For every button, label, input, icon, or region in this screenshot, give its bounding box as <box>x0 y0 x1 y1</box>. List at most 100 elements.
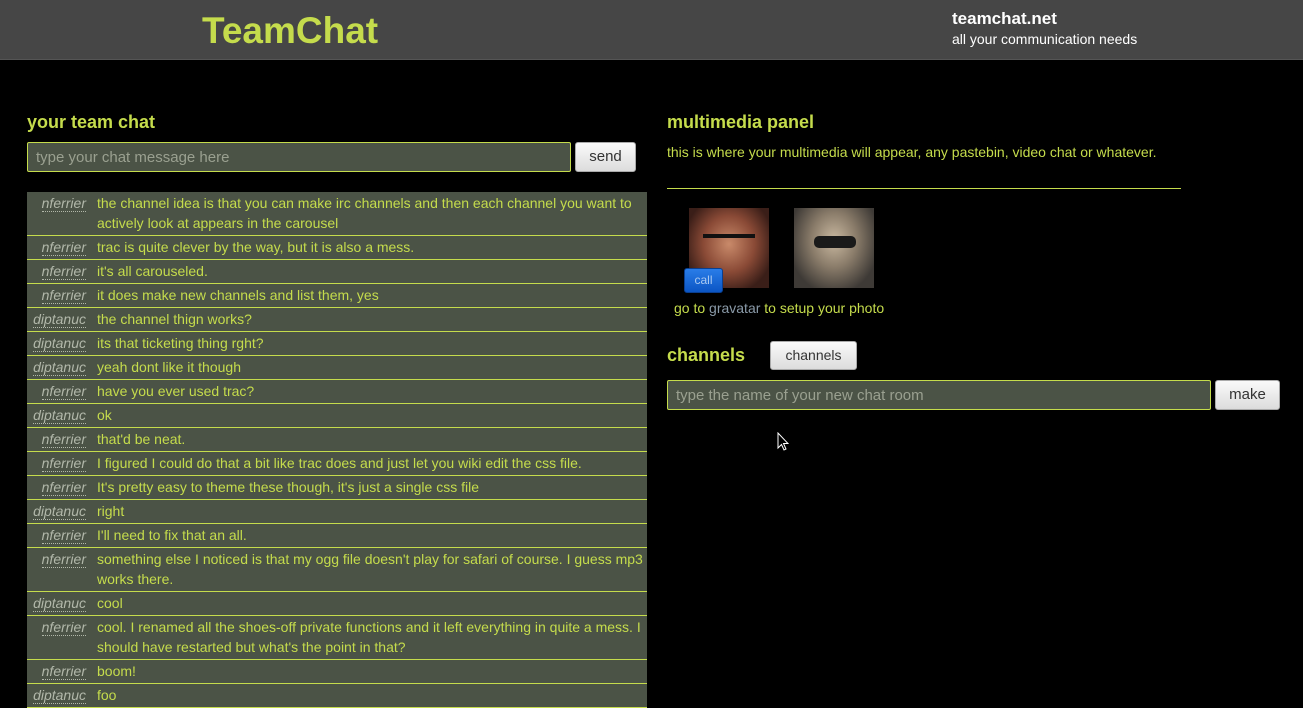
message-nick[interactable]: nferrier <box>27 428 86 451</box>
nick-label[interactable]: nferrier <box>41 239 86 256</box>
chat-message-row: diptanuc yeah dont like it though <box>27 356 647 380</box>
message-nick[interactable]: diptanuc <box>27 404 86 427</box>
message-nick[interactable]: nferrier <box>27 660 86 683</box>
multimedia-panel-title: multimedia panel <box>667 112 815 132</box>
message-text: the channel thign works? <box>97 311 252 327</box>
mouse-cursor-icon <box>777 432 789 451</box>
sunglasses-detail <box>814 236 856 248</box>
nick-label[interactable]: nferrier <box>41 527 86 544</box>
divider <box>667 188 1181 189</box>
chat-message-input[interactable] <box>27 142 571 172</box>
chat-panel-title: your team chat <box>27 112 156 132</box>
multimedia-description: this is where your multimedia will appea… <box>667 144 1157 160</box>
nick-label[interactable]: nferrier <box>41 479 86 496</box>
message-text: ok <box>97 407 112 423</box>
nick-label[interactable]: diptanuc <box>33 407 86 424</box>
message-text: trac is quite clever by the way, but it … <box>97 239 415 255</box>
message-nick[interactable]: nferrier <box>27 476 86 499</box>
message-nick[interactable]: nferrier <box>27 452 86 475</box>
message-text: I figured I could do that a bit like tra… <box>97 455 582 471</box>
avatar-user-2[interactable] <box>794 208 874 288</box>
chat-message-row: nferrier I figured I could do that a bit … <box>27 452 647 476</box>
gravatar-hint: go to gravatar to setup your photo <box>674 300 884 316</box>
message-text: right <box>97 503 125 519</box>
message-nick[interactable]: nferrier <box>27 380 86 403</box>
message-nick[interactable]: nferrier <box>27 548 86 591</box>
message-text: something else I noticed is that my ogg … <box>97 551 643 587</box>
nick-label[interactable]: nferrier <box>41 431 86 448</box>
message-nick[interactable]: diptanuc <box>27 356 86 379</box>
chat-message-row: nferrier have you ever used trac? <box>27 380 647 404</box>
make-room-button[interactable]: make <box>1215 380 1280 410</box>
gravatar-suffix: to setup your photo <box>764 300 885 316</box>
nick-label[interactable]: nferrier <box>41 195 86 212</box>
message-nick[interactable]: nferrier <box>27 192 86 235</box>
chat-message-row: nferrier I'll need to fix that an all. <box>27 524 647 548</box>
message-nick[interactable]: diptanuc <box>27 592 86 615</box>
chat-message-row: diptanuc foo <box>27 684 647 708</box>
new-room-input[interactable] <box>667 380 1211 410</box>
message-nick[interactable]: nferrier <box>27 524 86 547</box>
chat-message-row: nferrier something else I noticed is that… <box>27 548 647 592</box>
chat-message-row: nferrier boom! <box>27 660 647 684</box>
nick-label[interactable]: diptanuc <box>33 311 86 328</box>
nick-label[interactable]: diptanuc <box>33 687 86 704</box>
message-text: it does make new channels and list them,… <box>97 287 379 303</box>
site-tagline: all your communication needs <box>952 31 1138 47</box>
chat-message-row: diptanuc its that ticketing thing rght? <box>27 332 647 356</box>
gravatar-prefix: go to <box>674 300 706 316</box>
nick-label[interactable]: diptanuc <box>33 359 86 376</box>
message-nick[interactable]: diptanuc <box>27 500 86 523</box>
send-button[interactable]: send <box>575 142 636 172</box>
app-header: TeamChat teamchat.net all your communica… <box>0 0 1303 60</box>
chat-message-row: nferrier the channel idea is that you can… <box>27 192 647 236</box>
chat-message-row: nferrier it's all carouseled. <box>27 260 647 284</box>
nick-label[interactable]: nferrier <box>41 551 86 568</box>
message-text: it's all carouseled. <box>97 263 208 279</box>
nick-label[interactable]: nferrier <box>41 263 86 280</box>
message-text: its that ticketing thing rght? <box>97 335 264 351</box>
site-name: teamchat.net <box>952 9 1057 28</box>
nick-label[interactable]: diptanuc <box>33 503 86 520</box>
chat-message-row: nferrier it does make new channels and li… <box>27 284 647 308</box>
message-text: yeah dont like it though <box>97 359 241 375</box>
nick-label[interactable]: nferrier <box>41 455 86 472</box>
chat-message-row: nferrier that'd be neat. <box>27 428 647 452</box>
nick-label[interactable]: nferrier <box>41 663 86 680</box>
chat-message-row: diptanuc ok <box>27 404 647 428</box>
call-button[interactable]: call <box>684 268 723 293</box>
chat-message-row: nferrier cool. I renamed all the shoes-of… <box>27 616 647 660</box>
nick-label[interactable]: nferrier <box>41 383 86 400</box>
message-text: cool <box>97 595 123 611</box>
nick-label[interactable]: nferrier <box>41 619 86 636</box>
app-logo[interactable]: TeamChat <box>202 10 378 52</box>
message-nick[interactable]: diptanuc <box>27 332 86 355</box>
chat-log: nferrier the channel idea is that you can… <box>27 192 647 708</box>
message-nick[interactable]: nferrier <box>27 260 86 283</box>
chat-message-row: diptanuc cool <box>27 592 647 616</box>
message-text: foo <box>97 687 117 703</box>
glasses-detail <box>703 234 755 238</box>
gravatar-link[interactable]: gravatar <box>709 300 760 316</box>
nick-label[interactable]: diptanuc <box>33 595 86 612</box>
message-text: cool. I renamed all the shoes-off privat… <box>97 619 641 655</box>
message-nick[interactable]: nferrier <box>27 236 86 259</box>
message-text: have you ever used trac? <box>97 383 255 399</box>
message-text: I'll need to fix that an all. <box>97 527 247 543</box>
channels-title: channels <box>667 345 746 365</box>
chat-message-row: nferrier It's pretty easy to theme these … <box>27 476 647 500</box>
message-text: boom! <box>97 663 136 679</box>
chat-message-row: nferrier trac is quite clever by the way,… <box>27 236 647 260</box>
channels-button[interactable]: channels <box>770 341 857 370</box>
message-nick[interactable]: diptanuc <box>27 684 86 707</box>
message-nick[interactable]: diptanuc <box>27 308 86 331</box>
chat-message-row: diptanuc the channel thign works? <box>27 308 647 332</box>
nick-label[interactable]: nferrier <box>41 287 86 304</box>
message-nick[interactable]: nferrier <box>27 284 86 307</box>
chat-message-row: diptanuc right <box>27 500 647 524</box>
message-text: the channel idea is that you can make ir… <box>97 195 632 231</box>
message-text: It's pretty easy to theme these though, … <box>97 479 479 495</box>
message-text: that'd be neat. <box>97 431 186 447</box>
message-nick[interactable]: nferrier <box>27 616 86 659</box>
nick-label[interactable]: diptanuc <box>33 335 86 352</box>
